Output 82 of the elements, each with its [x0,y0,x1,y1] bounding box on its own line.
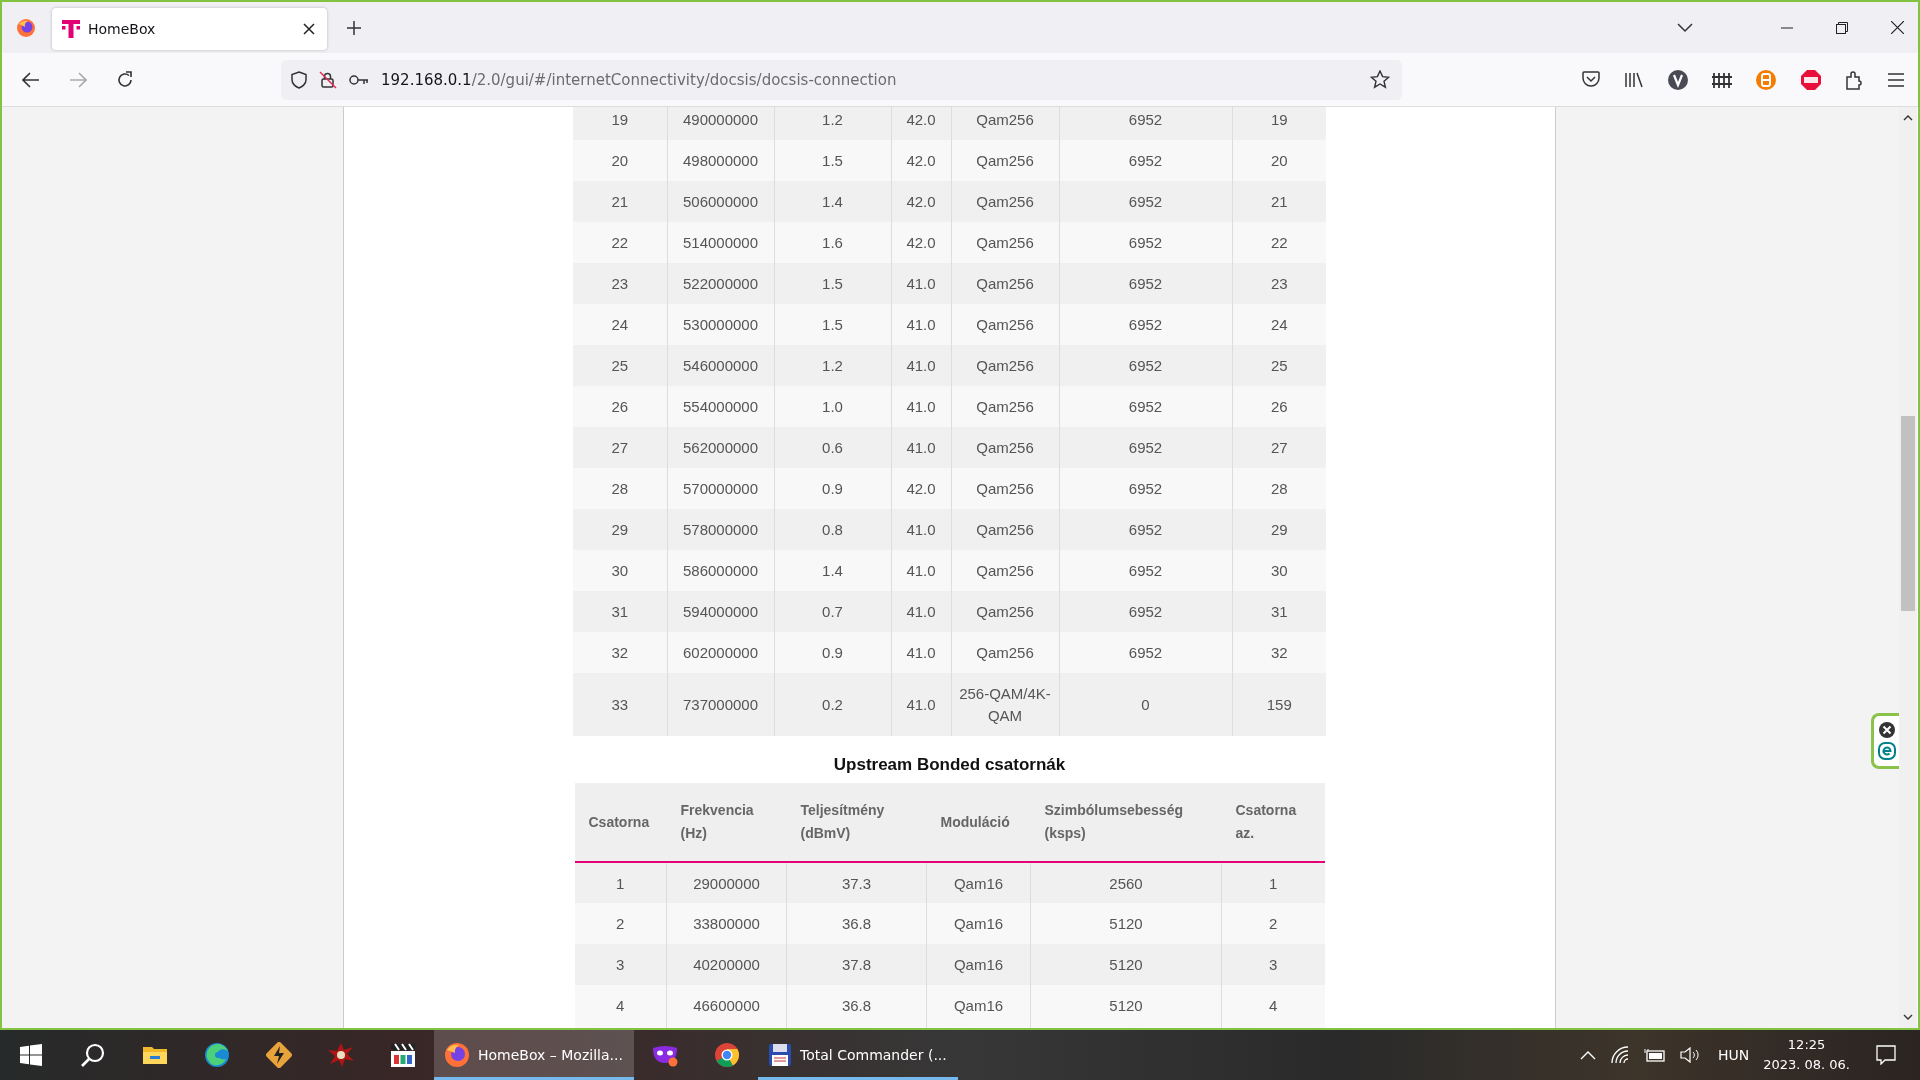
edge-icon[interactable] [204,1042,230,1068]
adblock-icon[interactable] [1800,68,1822,91]
scrollbar-thumb[interactable] [1901,416,1915,611]
library-icon[interactable] [1624,71,1644,88]
folder-icon[interactable] [142,1044,168,1066]
reload-icon[interactable] [116,70,134,89]
table-cell: 33 [573,673,667,736]
fence-icon[interactable] [1712,70,1732,89]
e-logo-icon[interactable] [1877,742,1896,760]
column-header: Frekvencia (Hz) [666,783,787,862]
mask-icon[interactable] [652,1043,678,1067]
table-cell: 26 [1232,386,1326,427]
eset-widget[interactable] [1871,713,1899,769]
table-cell: 20 [1232,140,1326,181]
language-indicator[interactable]: HUN [1717,1047,1750,1063]
scrollbar[interactable] [1899,107,1917,1028]
table-cell: 256-QAM/4K-QAM [951,673,1059,736]
menu-icon[interactable] [1888,72,1904,87]
table-cell: 25 [1232,345,1326,386]
clock-date: 2023. 08. 06. [1763,1056,1850,1074]
firefox-icon[interactable] [16,17,36,38]
table-cell: 29 [1232,509,1326,550]
key-icon[interactable] [349,73,369,86]
table-cell: 24 [1232,304,1326,345]
tab-title: HomeBox [88,21,157,37]
scroll-down-icon[interactable] [1903,1014,1913,1020]
clock[interactable]: 12:25 2023. 08. 06. [1763,1035,1850,1075]
notification-icon[interactable] [1876,1045,1896,1065]
browser-tab[interactable]: HomeBox [52,8,327,50]
clock-time: 12:25 [1787,1036,1826,1054]
table-cell: 22 [1232,222,1326,263]
chevron-up-icon[interactable] [1579,1050,1596,1060]
table-cell: 0 [1059,673,1232,736]
table-cell: 2 [1221,903,1325,944]
table-cell: 737000000 [667,673,774,736]
table-cell: 4 [1221,985,1325,1026]
table-cell: 31 [1232,591,1326,632]
v-circle-icon[interactable] [1668,69,1688,90]
table-cell: 28 [1232,468,1326,509]
minimize-icon[interactable] [1781,26,1793,29]
puzzle-icon[interactable] [1846,69,1864,90]
table-cell: 3 [1221,944,1325,985]
close-icon[interactable] [1891,21,1904,34]
t-logo-icon [62,19,80,39]
taskbar-window-button[interactable]: Total Commander (... [758,1030,958,1080]
windows-logo-icon[interactable] [20,1044,42,1066]
chrome-icon[interactable] [714,1042,740,1068]
bookmark-star-icon[interactable] [1370,70,1390,89]
table-cell: 1 [1221,862,1325,903]
splat-icon[interactable] [327,1042,355,1068]
new-tab-icon[interactable] [347,20,361,35]
search-icon[interactable] [80,1042,106,1068]
column-header: Teljesítmény (dBmV) [786,783,927,862]
column-header: Moduláció [926,783,1031,862]
column-header: Csatorna az. [1221,783,1325,862]
wifi-icon[interactable] [1609,1046,1630,1064]
url-text: 192.168.0.1/2.0/gui/#/internetConnectivity/docsis/docsis-connection [381,70,897,89]
firefox-icon [444,1042,470,1068]
close-icon[interactable] [1878,722,1895,738]
pocket-icon[interactable] [1582,71,1600,88]
column-header: Csatorna [574,783,667,862]
b-badge-icon[interactable] [1756,69,1776,90]
table-cell: 32 [1232,632,1326,673]
table-cell: 0.2 [774,673,891,736]
section-title: Upstream Bonded csatornák [833,755,1066,775]
battery-icon[interactable] [1643,1048,1666,1062]
table-cell: 41.0 [891,673,951,736]
insecure-lock-icon[interactable] [319,70,337,89]
table-cell: 30 [1232,550,1326,591]
column-header: Szimbólumsebesség (ksps) [1030,783,1222,862]
back-icon[interactable] [22,71,40,88]
tab-list-icon[interactable] [1677,22,1693,33]
speaker-icon[interactable] [1679,1047,1700,1063]
taskbar-window-button[interactable]: HomeBox – Mozilla... [434,1030,634,1080]
scroll-up-icon[interactable] [1903,115,1913,121]
close-tab-icon[interactable] [303,23,315,35]
table-cell: 27 [1232,427,1326,468]
clapperboard-icon[interactable] [390,1042,416,1068]
restore-icon[interactable] [1836,21,1848,34]
shield-icon[interactable] [291,70,307,89]
address-bar[interactable]: 192.168.0.1/2.0/gui/#/internetConnectivity/docsis/docsis-connection [281,59,1402,100]
table-cell: 159 [1232,673,1326,736]
